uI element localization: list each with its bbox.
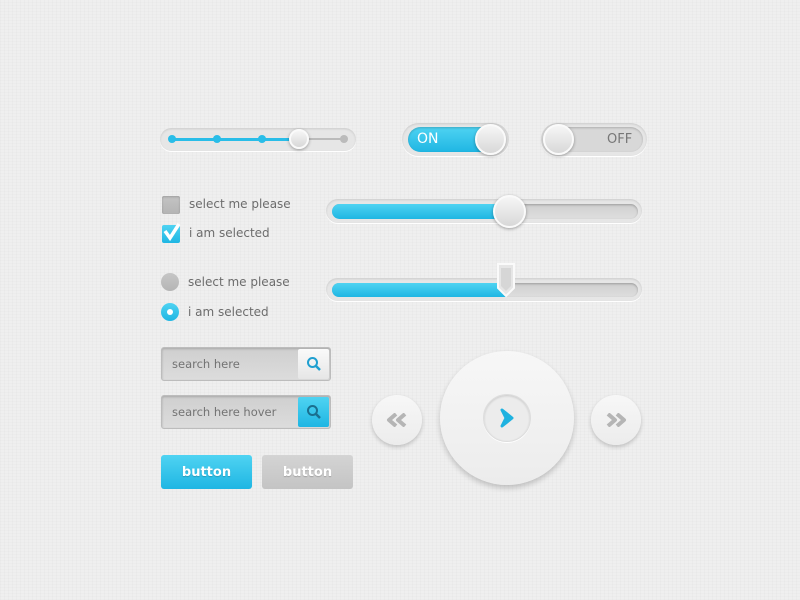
checkbox-unchecked[interactable] (162, 196, 180, 214)
fast-forward-button[interactable] (591, 395, 641, 445)
checkmark-icon (163, 223, 181, 242)
step-dot[interactable] (168, 135, 176, 143)
checkbox-label: i am selected (189, 226, 270, 240)
slider-track (332, 204, 638, 219)
step-track-filled (172, 138, 299, 141)
rewind-button[interactable] (372, 395, 422, 445)
slider-track (332, 283, 638, 297)
search-button[interactable] (298, 349, 329, 379)
play-icon (500, 408, 514, 428)
radio-label: select me please (188, 275, 290, 289)
search-field[interactable] (161, 347, 331, 381)
slider-fill (332, 283, 507, 297)
toggle-off[interactable]: OFF (541, 123, 647, 156)
toggle-knob[interactable] (475, 124, 506, 155)
rewind-icon (387, 413, 407, 427)
step-dot[interactable] (340, 135, 348, 143)
slider-pointer-handle[interactable] (495, 262, 517, 298)
slider-fill (332, 204, 510, 219)
toggle-off-label: OFF (607, 132, 633, 147)
play-pad[interactable] (440, 351, 574, 485)
search-icon (306, 357, 321, 371)
primary-button[interactable]: button (161, 455, 252, 489)
search-input[interactable] (162, 348, 298, 380)
toggle-knob[interactable] (543, 124, 574, 155)
step-dot[interactable] (213, 135, 221, 143)
radio-dot (167, 309, 173, 315)
search-button[interactable] (298, 397, 329, 427)
toggle-on-label: ON (417, 131, 439, 147)
step-slider-knob[interactable] (289, 129, 309, 149)
play-button[interactable] (483, 394, 531, 442)
checkbox-checked[interactable] (162, 223, 181, 243)
radio-label: i am selected (188, 305, 269, 319)
radio-selected[interactable] (161, 303, 179, 321)
checkbox-label: select me please (189, 197, 291, 211)
secondary-button[interactable]: button (262, 455, 353, 489)
search-icon (306, 405, 321, 419)
slider-knob[interactable] (493, 195, 527, 228)
fast-forward-icon (606, 413, 626, 427)
toggle-on[interactable]: ON (402, 123, 509, 156)
radio-unselected[interactable] (161, 273, 179, 291)
search-field-hover[interactable] (161, 395, 331, 429)
step-dot[interactable] (258, 135, 266, 143)
search-input[interactable] (162, 396, 298, 428)
